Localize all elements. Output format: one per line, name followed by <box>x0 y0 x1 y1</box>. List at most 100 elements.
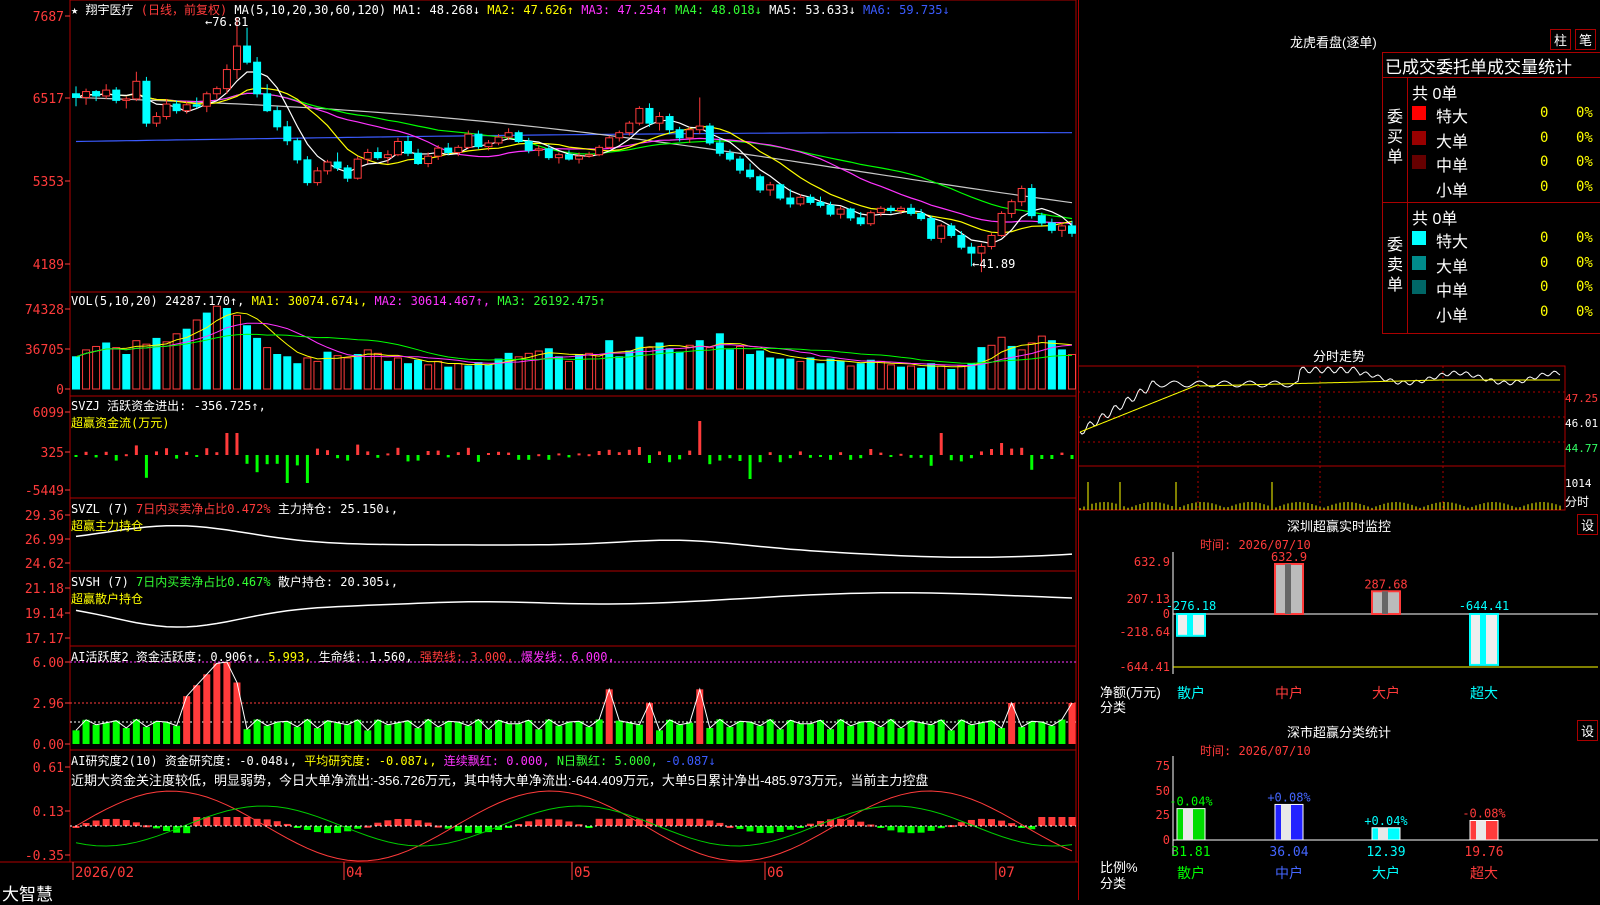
activity-bar <box>122 727 130 744</box>
fund-flow-bar <box>74 455 78 457</box>
order-row-value: 0 <box>1540 254 1549 271</box>
activity-bar <box>72 730 80 744</box>
order-row-label: 大单 <box>1436 133 1469 151</box>
candle <box>615 132 624 139</box>
classify-category-label: 大户 <box>1372 865 1400 882</box>
ai1-label: AI活跃度2 <box>71 650 129 664</box>
volume-bar <box>142 343 151 390</box>
activity-bar <box>776 729 784 744</box>
date-label: 2026/02 <box>75 865 134 881</box>
ai1-strongline: 强势线: 3.000, <box>419 650 514 664</box>
volume-bar <box>293 363 302 390</box>
activity-bar <box>867 721 875 744</box>
sell-order-box: 委卖单 共 0单 特大 0 0% 大单 0 0% 中单 0 0% 小单 0 0% <box>1382 202 1600 334</box>
candle <box>182 104 191 112</box>
fund-flow-bar <box>567 455 571 458</box>
stock-name[interactable]: 翔宇医疗 <box>85 3 133 17</box>
fenshi-chart[interactable] <box>1078 362 1600 512</box>
fund-flow-bar <box>1050 455 1054 459</box>
activity-bar <box>1038 722 1046 744</box>
order-row: 特大 0 0% <box>1410 103 1600 126</box>
vol-header: VOL(5,10,20) 24287.170↑, MA1: 30074.674↓… <box>71 294 606 308</box>
fund-flow-bar <box>557 453 561 456</box>
activity-bar <box>112 720 120 744</box>
activity-bar <box>152 721 160 744</box>
order-stats-tab[interactable]: 已成交委托单成交量统计 <box>1382 52 1600 78</box>
fund-flow-bar <box>497 451 501 455</box>
activity-bar <box>1048 725 1056 744</box>
volume-bar <box>212 305 221 390</box>
fund-flow-bar <box>547 455 551 460</box>
svzl-subtitle: 超赢主力持仓 <box>71 519 144 533</box>
volume-bar <box>866 359 875 390</box>
vol-value: 24287.170↑, <box>164 294 245 308</box>
app-logo: 大智慧 <box>2 885 53 904</box>
fund-flow-bar <box>406 455 410 462</box>
research-bar <box>324 826 332 834</box>
classify-settings-button[interactable]: 设 <box>1577 720 1599 741</box>
activity-bar <box>967 724 975 744</box>
candle <box>514 132 523 142</box>
period-label[interactable]: (日线，前复权) <box>141 3 227 17</box>
research-bar <box>303 826 311 830</box>
activity-bar <box>887 719 895 744</box>
ai2-value: 资金研究度: -0.048↓, <box>164 754 298 768</box>
order-row: 大单 0 0% <box>1410 128 1600 151</box>
research-bar <box>313 826 321 833</box>
candle <box>212 88 221 95</box>
axis-label: 29.36 <box>25 509 64 524</box>
order-row-pct: 0% <box>1576 303 1593 320</box>
candle <box>756 176 765 191</box>
axis-label: 6.00 <box>33 656 64 671</box>
volume-bar <box>534 350 543 390</box>
activity-bar <box>324 720 332 744</box>
fund-flow-bar <box>1010 448 1014 455</box>
candle <box>585 154 594 157</box>
order-row-pct: 0% <box>1576 129 1593 146</box>
sell-side-label: 委卖单 <box>1387 237 1404 294</box>
svzl-value: 主力持仓: 25.150↓, <box>277 502 399 516</box>
vol-ma2: MA2: 30614.467↑, <box>374 294 491 308</box>
fs-price-frame <box>1078 365 1566 467</box>
research-bar <box>424 822 432 826</box>
research-bar <box>756 826 764 833</box>
research-bar <box>847 819 855 826</box>
candle <box>504 132 513 138</box>
monitor-axis-label: 207.13 <box>1127 592 1170 606</box>
fund-flow-bar <box>185 451 189 455</box>
ai1-burstline: 爆发线: 6.000, <box>520 650 615 664</box>
candle <box>886 207 895 212</box>
candle <box>766 184 775 191</box>
ma4-line <box>75 92 1073 220</box>
candle <box>927 218 936 239</box>
order-row-value: 0 <box>1540 303 1549 320</box>
volume-bar <box>383 360 392 390</box>
fund-flow-bar <box>245 455 249 464</box>
classify-axis-label: 25 <box>1156 808 1170 822</box>
monitor-settings-button[interactable]: 设 <box>1577 514 1599 535</box>
fund-flow-bar <box>839 452 843 455</box>
candle <box>987 234 996 247</box>
ai1-lifeline: 生命线: 1.560, <box>318 650 413 664</box>
ma1-value: MA1: 48.268↓ <box>393 3 481 17</box>
research-bar <box>897 826 905 833</box>
bar-mode-button[interactable]: 柱 <box>1550 29 1572 50</box>
fund-flow-bar <box>305 455 309 483</box>
lhkp-title: 龙虎看盘(逐单) <box>1290 35 1377 50</box>
ma2-line <box>75 87 1073 234</box>
volume-bar <box>957 365 966 390</box>
order-row-value: 0 <box>1540 230 1549 246</box>
candle <box>675 129 684 139</box>
volume-bar <box>826 358 835 390</box>
candle <box>474 133 483 148</box>
volume-bar <box>524 352 533 390</box>
activity-bar <box>243 729 251 744</box>
tick-mode-button[interactable]: 笔 <box>1575 29 1597 50</box>
fund-flow-bar <box>798 451 802 455</box>
fund-flow-bar <box>788 455 792 459</box>
axis-label: 325 <box>41 446 64 461</box>
ai2-comment: 近期大资金关注度较低，明显弱势，今日大单净流出:-356.726万元，其中特大单… <box>71 773 929 788</box>
svsh-label: SVSH (7) <box>71 575 129 589</box>
fund-flow-bar <box>366 451 370 455</box>
order-row-pct: 0% <box>1576 178 1593 195</box>
